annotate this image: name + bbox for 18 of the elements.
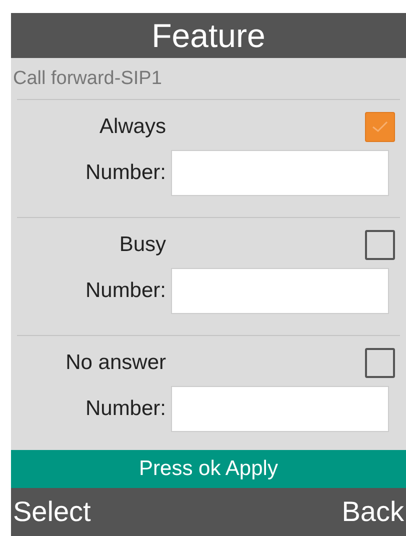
checkbox[interactable] [365,348,395,378]
check-icon [372,121,388,133]
number-field[interactable] [171,386,389,432]
field-label: Number: [84,161,166,185]
number-field[interactable] [171,268,389,314]
screen-title: Feature [11,13,406,58]
select-softkey[interactable]: Select [11,496,93,528]
subtitle: Call forward-SIP1 [13,68,162,90]
option-label: Always [98,115,166,139]
number-field[interactable] [171,150,389,196]
checkbox[interactable] [365,230,395,260]
option-label: Busy [118,233,166,257]
back-softkey[interactable]: Back [340,496,406,528]
field-label: Number: [84,397,166,421]
hint-bar: Press ok Apply [11,450,406,488]
field-label: Number: [84,279,166,303]
checkbox[interactable] [365,112,395,142]
option-label: No answer [64,351,166,375]
